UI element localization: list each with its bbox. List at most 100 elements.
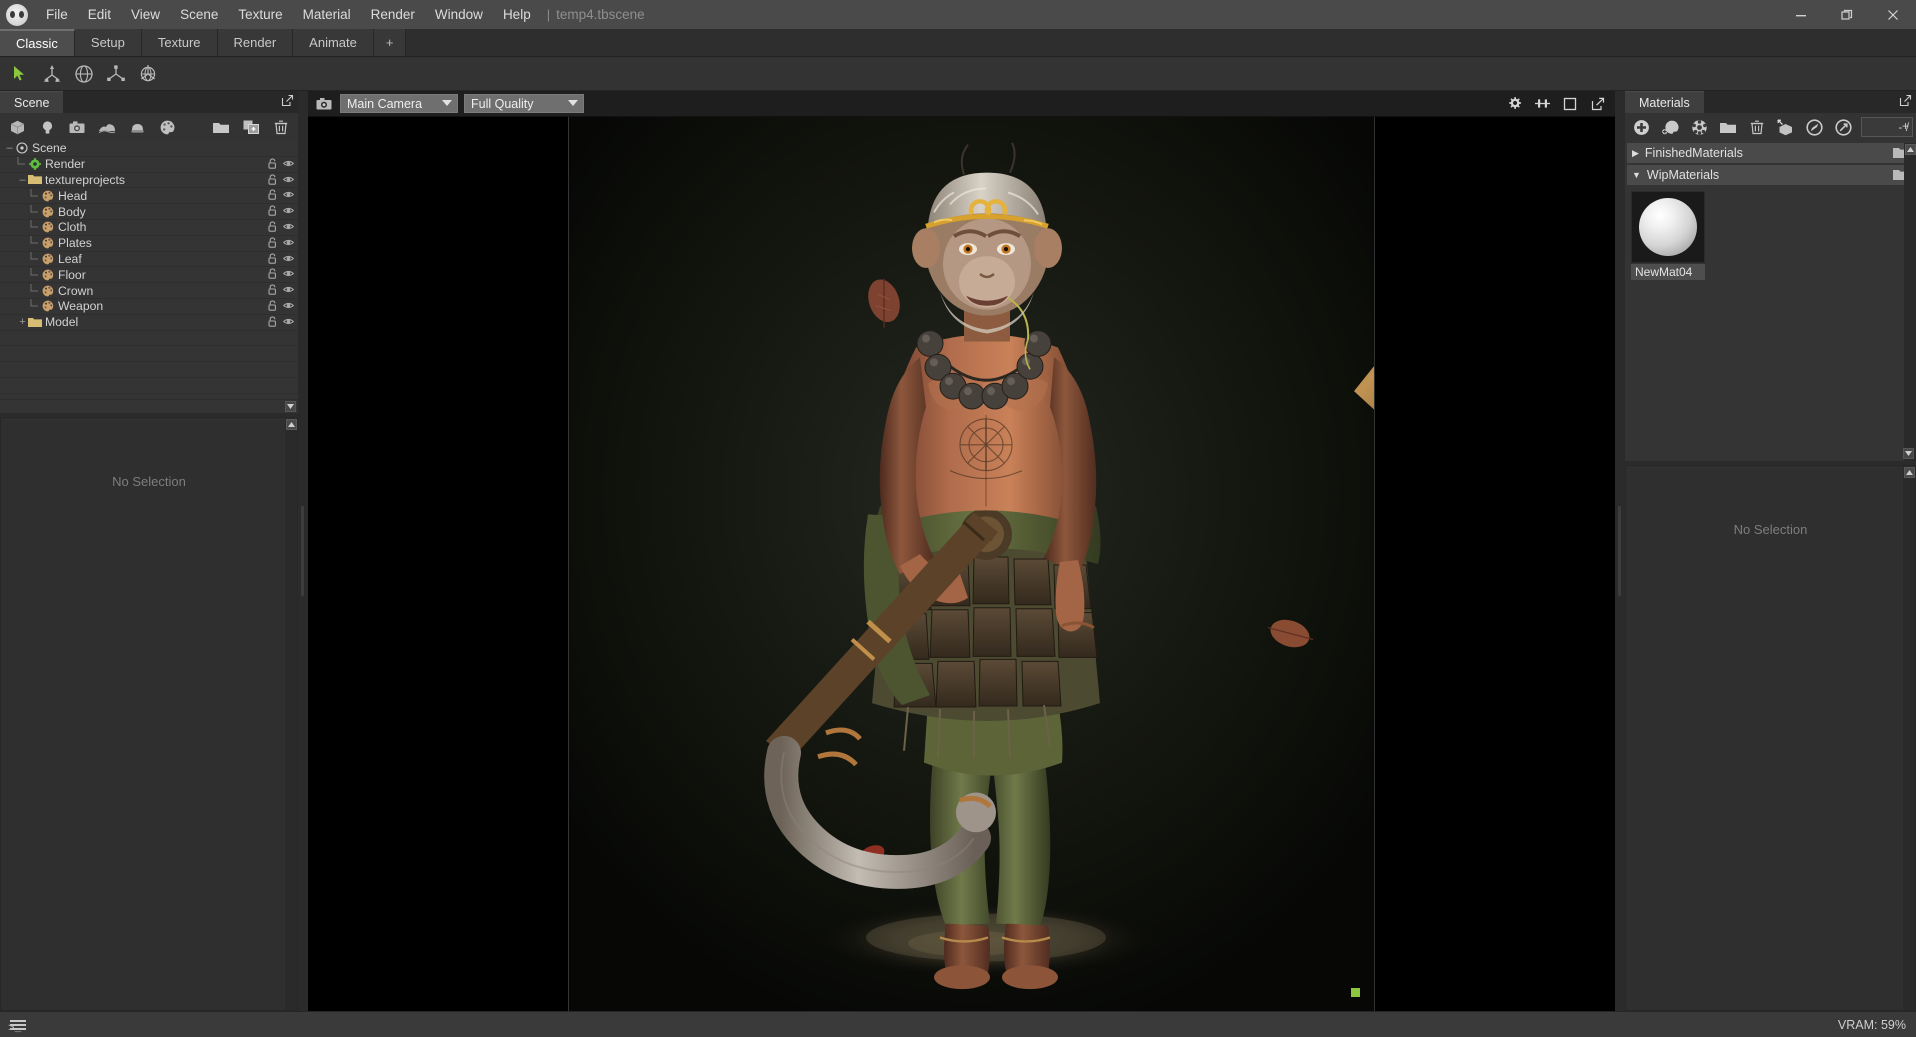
tab-animate[interactable]: Animate — [293, 29, 374, 56]
clear-material-button[interactable] — [1686, 115, 1713, 139]
menu-edit[interactable]: Edit — [78, 2, 121, 27]
material-properties-scrollbar[interactable] — [1903, 466, 1915, 1010]
material-properties-scroll-up[interactable] — [1903, 467, 1915, 478]
menu-help[interactable]: Help — [493, 2, 541, 27]
tree-item-scene[interactable]: – Scene — [0, 141, 298, 157]
tree-item-render[interactable]: Render — [0, 157, 298, 173]
tree-item-plates[interactable]: Plates — [0, 236, 298, 252]
material-thumbnail[interactable] — [1631, 191, 1705, 263]
menu-window[interactable]: Window — [425, 2, 493, 27]
restore-button[interactable] — [1824, 0, 1870, 29]
material-folder-button[interactable] — [1715, 115, 1742, 139]
tab-texture[interactable]: Texture — [141, 29, 218, 56]
tree-expander-plus-icon[interactable]: + — [17, 316, 28, 328]
lock-icon[interactable] — [268, 268, 277, 280]
viewport-popout-icon[interactable] — [1587, 93, 1609, 115]
lock-icon[interactable] — [268, 284, 277, 295]
select-cursor-tool[interactable] — [4, 59, 36, 89]
material-group-wip[interactable]: ▼ WipMaterials — [1627, 165, 1914, 185]
add-fog-button[interactable] — [123, 115, 151, 139]
tab-render[interactable]: Render — [217, 29, 294, 56]
lock-icon[interactable] — [268, 316, 277, 327]
viewport-settings-gear-icon[interactable] — [1503, 93, 1525, 115]
menu-texture[interactable]: Texture — [228, 2, 292, 27]
material-grid[interactable]: NewMat04 — [1625, 185, 1916, 461]
scene-tree[interactable]: – Scene Render – textureprojects Head Body Clot… — [0, 141, 298, 399]
rotate-gizmo-tool[interactable] — [68, 59, 100, 89]
add-sky-button[interactable] — [93, 115, 121, 139]
add-tab-button[interactable]: + — [373, 29, 407, 56]
translate-gizmo-tool[interactable] — [36, 59, 68, 89]
eye-icon[interactable] — [283, 254, 294, 263]
properties-scrollbar[interactable] — [285, 418, 297, 1010]
lock-icon[interactable] — [268, 221, 277, 232]
select-by-material-button[interactable] — [1801, 115, 1828, 139]
properties-scroll-up[interactable] — [285, 419, 297, 430]
lock-icon[interactable] — [268, 189, 277, 201]
new-material-button[interactable] — [1628, 115, 1655, 139]
menu-render[interactable]: Render — [361, 2, 425, 27]
eye-icon[interactable] — [283, 238, 294, 247]
tree-item-leaf[interactable]: Leaf — [0, 251, 298, 268]
tree-item-weapon[interactable]: Weapon — [0, 299, 298, 315]
add-camera-button[interactable] — [63, 115, 91, 139]
delete-material-button[interactable] — [1744, 115, 1771, 139]
tree-item-cloth[interactable]: Cloth — [0, 220, 298, 236]
tree-item-floor[interactable]: Floor — [0, 267, 298, 284]
tree-expander-minus-icon[interactable]: – — [17, 174, 28, 186]
lock-icon[interactable] — [268, 173, 277, 185]
add-mesh-button[interactable] — [3, 115, 31, 139]
render-view[interactable] — [568, 117, 1374, 1011]
tree-item-head[interactable]: Head — [0, 188, 298, 205]
add-light-button[interactable] — [33, 115, 61, 139]
viewport-3d[interactable] — [308, 117, 1615, 1011]
material-item[interactable]: NewMat04 — [1631, 191, 1705, 280]
scene-tree-scroll-down[interactable] — [285, 401, 296, 412]
eye-icon[interactable] — [283, 159, 294, 168]
materials-scrollbar[interactable] — [1904, 143, 1916, 461]
material-counter[interactable]: - / + — [1861, 117, 1914, 137]
menu-view[interactable]: View — [121, 2, 170, 27]
tree-expander-minus-icon[interactable]: – — [4, 142, 15, 154]
viewport-split-icon[interactable] — [1531, 93, 1553, 115]
left-splitter[interactable] — [298, 91, 308, 1011]
eye-icon[interactable] — [283, 190, 294, 199]
tab-setup[interactable]: Setup — [74, 29, 142, 56]
lock-icon[interactable] — [268, 252, 277, 264]
menu-file[interactable]: File — [36, 2, 78, 27]
add-material-button[interactable] — [153, 115, 181, 139]
material-link-button[interactable] — [1830, 115, 1857, 139]
eye-icon[interactable] — [283, 206, 294, 215]
tab-materials[interactable]: Materials — [1625, 91, 1704, 113]
scene-panel-popout-icon[interactable] — [281, 94, 294, 107]
lock-icon[interactable] — [268, 158, 277, 169]
close-button[interactable] — [1870, 0, 1916, 29]
duplicate-button[interactable] — [237, 115, 265, 139]
eye-icon[interactable] — [283, 317, 294, 326]
duplicate-material-button[interactable] — [1657, 115, 1684, 139]
eye-icon[interactable] — [283, 222, 294, 231]
material-counter-plus[interactable]: + — [1902, 119, 1909, 133]
eye-icon[interactable] — [283, 175, 294, 184]
transform-gizmo-tool[interactable] — [132, 59, 164, 89]
scale-gizmo-tool[interactable] — [100, 59, 132, 89]
materials-scroll-up[interactable] — [1904, 144, 1916, 155]
right-splitter[interactable] — [1615, 91, 1625, 1011]
eye-icon[interactable] — [283, 269, 294, 278]
new-folder-button[interactable] — [207, 115, 235, 139]
quality-select[interactable]: Full Quality — [464, 94, 584, 113]
minimize-button[interactable] — [1778, 0, 1824, 29]
lock-icon[interactable] — [268, 237, 277, 248]
materials-scroll-down[interactable] — [1903, 448, 1914, 459]
menu-material[interactable]: Material — [293, 2, 361, 27]
viewport-frame-icon[interactable] — [1559, 93, 1581, 115]
assign-material-button[interactable] — [1772, 115, 1799, 139]
lock-icon[interactable] — [268, 300, 277, 311]
tree-item-body[interactable]: Body — [0, 204, 298, 220]
materials-panel-popout-icon[interactable] — [1899, 94, 1912, 107]
tree-item-textureprojects[interactable]: – textureprojects — [0, 173, 298, 189]
lock-icon[interactable] — [268, 205, 277, 216]
eye-icon[interactable] — [283, 301, 294, 310]
tree-item-model[interactable]: + Model — [0, 315, 298, 331]
material-group-finished[interactable]: ▶ FinishedMaterials — [1627, 143, 1914, 163]
